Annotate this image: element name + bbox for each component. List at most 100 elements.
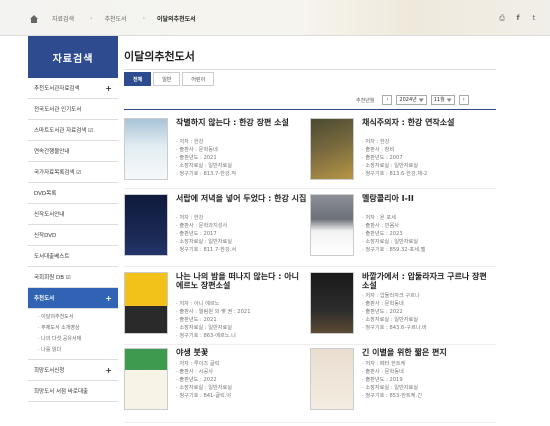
book-call-number: 청구기호 : 813.7-한강.작 <box>176 170 306 178</box>
sidebar-item[interactable]: 국회회원 DB ☑ <box>28 267 118 288</box>
sidebar-item-active[interactable]: 추천도서 + <box>28 288 118 309</box>
sidebar-item[interactable]: 스마트도서관 자료검색 ☑ <box>28 120 118 141</box>
book-year: 출판년도 : 2019 <box>362 376 492 384</box>
book-cover[interactable] <box>310 118 354 180</box>
book-title[interactable]: 서랍에 저녁을 넣어 두었다 : 한강 시집 <box>176 194 308 203</box>
sidebar-item[interactable]: 국가자료목록검색 ☑ <box>28 162 118 183</box>
book-item[interactable]: 바깥가에서 : 압둘라자크 구르나 장편소설 저자 : 압둘라자크 구르나 출판… <box>310 272 490 342</box>
next-month-button[interactable]: › <box>458 95 469 105</box>
book-year: 출판년도 : 2017 <box>176 230 306 238</box>
book-location: 소장자료실 : 일반자료실 <box>176 162 306 170</box>
tab-general[interactable]: 일반 <box>153 72 181 86</box>
book-call-number: 청구기호 : 841-글릭.야 <box>176 392 306 400</box>
book-cover[interactable] <box>310 194 354 256</box>
book-year: 출판년도 : 2023 <box>362 230 492 238</box>
sidebar-item[interactable]: DVD목록 <box>28 183 118 204</box>
plus-icon: + <box>105 293 112 303</box>
sidebar-item[interactable]: 전국도서관 인기도서 <box>28 99 118 120</box>
book-title[interactable]: 긴 이별을 위한 짧은 편지 <box>362 348 494 357</box>
book-title[interactable]: 채식주의자 : 한강 연작소설 <box>362 118 494 127</box>
book-author: 저자 : 압둘라자크 구르나 <box>362 292 492 300</box>
sidebar-submenu: · 이달의추천도서 · 주제도서 소개영상 · 나의 다섯 공유서재 · 나를 … <box>28 309 118 360</box>
sidebar-item[interactable]: 추천도서관자료검색 + <box>28 78 118 99</box>
book-publisher: 출판사 : 문학동네 <box>362 300 492 308</box>
book-author: 저자 : 루이즈 글릭 <box>176 360 306 368</box>
chevron-right-icon: › <box>142 15 145 22</box>
book-meta: 저자 : 한강 출판사 : 문학과지성사 출판년도 : 2017 소장자료실 :… <box>176 214 306 254</box>
row-divider <box>124 266 496 267</box>
book-publisher: 출판사 : 시공사 <box>176 368 306 376</box>
book-cover[interactable] <box>124 348 168 410</box>
row-divider <box>124 188 496 189</box>
book-call-number: 청구기호 : 853-한트케.긴 <box>362 392 492 400</box>
book-call-number: 청구기호 : 811.7-한강.서 <box>176 246 306 254</box>
book-item[interactable]: 긴 이별을 위한 짧은 편지 저자 : 페터 한트케 출판사 : 문학동네 출판… <box>310 348 490 418</box>
book-item[interactable]: 나는 나의 밤을 떠나지 않는다 : 아니 에르노 장편소설 저자 : 아니 에… <box>124 272 304 342</box>
sidebar-item[interactable]: 신작DVD <box>28 225 118 246</box>
book-call-number: 청구기호 : 859.32-포세.멜 <box>362 246 492 254</box>
submenu-item[interactable]: · 이달의추천도서 <box>38 312 118 323</box>
filter-label: 추천년월 <box>356 97 375 104</box>
book-location: 소장자료실 : 일반자료실 <box>176 324 306 332</box>
book-cover[interactable] <box>124 118 168 180</box>
breadcrumb-item[interactable]: 추천도서 <box>105 14 127 23</box>
sidebar-item-label: 희망도서신청 <box>34 368 65 374</box>
book-title[interactable]: 멜랑콜리아 I-II <box>362 194 494 203</box>
divider <box>124 69 496 70</box>
book-meta: 저자 : 욘 포세 출판사 : 민음사 출판년도 : 2023 소장자료실 : … <box>362 214 492 254</box>
book-item[interactable]: 야생 붓꽃 저자 : 루이즈 글릭 출판사 : 시공사 출판년도 : 2022 … <box>124 348 304 418</box>
book-location: 소장자료실 : 일반자료실 <box>362 238 492 246</box>
sidebar-item-label: 스마트도서관 자료검색 ☑ <box>34 128 94 134</box>
month-select[interactable]: 11월 <box>430 95 455 105</box>
book-item[interactable]: 작별하지 않는다 : 한강 장편 소설 저자 : 한강 출판사 : 문학동네 출… <box>124 118 304 188</box>
plus-icon: + <box>105 83 112 93</box>
prev-month-button[interactable]: ‹ <box>382 95 393 105</box>
facebook-icon[interactable]: f <box>514 14 522 22</box>
sidebar-item[interactable]: 희망도서신청 + <box>28 360 118 381</box>
print-icon[interactable]: ⎙ <box>498 14 506 22</box>
submenu-item[interactable]: · 주제도서 소개영상 <box>38 323 118 334</box>
book-author: 저자 : 페터 한트케 <box>362 360 492 368</box>
sidebar: 자료검색 추천도서관자료검색 + 전국도서관 인기도서 스마트도서관 자료검색 ☑… <box>28 36 118 402</box>
top-banner: 자료검색 › 추천도서 › 이달의추천도서 ⎙ f t <box>0 0 550 36</box>
tab-children[interactable]: 어린이 <box>182 72 215 86</box>
sidebar-item-label: 국가자료목록검색 ☑ <box>34 170 82 176</box>
submenu-item[interactable]: · 나를 읽다 <box>38 345 118 356</box>
book-cover[interactable] <box>310 348 354 410</box>
book-cover[interactable] <box>124 272 168 334</box>
book-year: 출판년도 : 2022 <box>176 376 306 384</box>
book-author: 저자 : 한강 <box>176 138 306 146</box>
twitter-icon[interactable]: t <box>530 14 538 22</box>
book-call-number: 청구기호 : 863-에르노.나 <box>176 332 306 340</box>
year-value: 2024년 <box>399 97 417 103</box>
tab-bar: 전체 일반 어린이 <box>124 72 216 86</box>
book-cover[interactable] <box>124 194 168 256</box>
book-call-number: 청구기호 : 813.6-한강.채-2 <box>362 170 492 178</box>
book-cover[interactable] <box>310 272 354 334</box>
tab-all[interactable]: 전체 <box>124 72 152 86</box>
book-title[interactable]: 작별하지 않는다 : 한강 장편 소설 <box>176 118 308 127</box>
sidebar-item-label: 국회회원 DB ☑ <box>34 275 71 281</box>
submenu-item[interactable]: · 나의 다섯 공유서재 <box>38 334 118 345</box>
book-meta: 저자 : 루이즈 글릭 출판사 : 시공사 출판년도 : 2022 소장자료실 … <box>176 360 306 400</box>
book-meta: 저자 : 한강 출판사 : 창비 출판년도 : 2007 소장자료실 : 일반자… <box>362 138 492 178</box>
book-title[interactable]: 나는 나의 밤을 떠나지 않는다 : 아니 에르노 장편소설 <box>176 272 308 290</box>
year-select[interactable]: 2024년 <box>396 95 427 105</box>
book-item[interactable]: 채식주의자 : 한강 연작소설 저자 : 한강 출판사 : 창비 출판년도 : … <box>310 118 490 188</box>
sidebar-item[interactable]: 희망도서 서점 바로대출 <box>28 381 118 402</box>
sidebar-item[interactable]: 신작도서안내 <box>28 204 118 225</box>
sidebar-item[interactable]: 도서대출베스트 <box>28 246 118 267</box>
book-publisher: 출판사 : 창비 <box>362 146 492 154</box>
sidebar-item[interactable]: 연속간행물안내 <box>28 141 118 162</box>
book-title[interactable]: 바깥가에서 : 압둘라자크 구르나 장편소설 <box>362 272 494 290</box>
month-value: 11월 <box>433 97 445 103</box>
book-title[interactable]: 야생 붓꽃 <box>176 348 308 357</box>
book-author: 저자 : 욘 포세 <box>362 214 492 222</box>
book-item[interactable]: 서랍에 저녁을 넣어 두었다 : 한강 시집 저자 : 한강 출판사 : 문학과… <box>124 194 306 264</box>
book-item[interactable]: 멜랑콜리아 I-II 저자 : 욘 포세 출판사 : 민음사 출판년도 : 20… <box>310 194 490 264</box>
sidebar-item-label: 도서대출베스트 <box>34 254 70 260</box>
breadcrumb-item[interactable]: 자료검색 <box>52 14 74 23</box>
list-top-divider <box>124 109 496 110</box>
breadcrumb: 자료검색 › 추천도서 › 이달의추천도서 <box>30 14 212 23</box>
home-icon[interactable] <box>30 14 38 23</box>
